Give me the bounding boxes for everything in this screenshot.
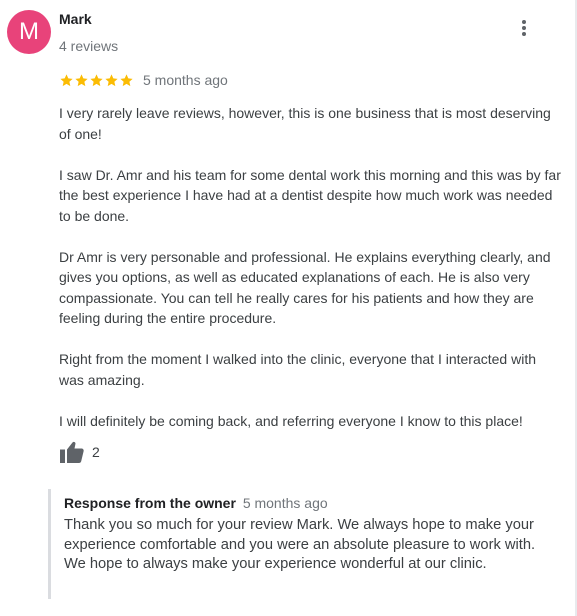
review-paragraph: I saw Dr. Amr and his team for some dent… xyxy=(59,166,561,224)
review-paragraph: I will definitely be coming back, and re… xyxy=(59,412,523,429)
thumbs-up-icon xyxy=(60,441,84,463)
more-vert-icon xyxy=(522,32,526,36)
owner-response-text: Thank you so much for your review Mark. … xyxy=(64,517,536,572)
star-rating xyxy=(59,73,134,88)
more-options-button[interactable] xyxy=(512,16,536,40)
star-icon xyxy=(105,73,118,86)
reviewer-name[interactable]: Mark xyxy=(59,11,92,27)
owner-response-header: Response from the owner 5 months ago xyxy=(64,495,328,511)
like-button[interactable] xyxy=(59,439,87,465)
star-icon xyxy=(120,73,133,86)
owner-response: Response from the owner 5 months ago Tha… xyxy=(48,489,557,599)
rating-row: 5 months ago xyxy=(59,71,228,89)
like-row: 2 xyxy=(59,439,100,465)
owner-response-title: Response from the owner xyxy=(64,495,236,511)
more-vert-icon xyxy=(522,20,526,24)
owner-response-date: 5 months ago xyxy=(242,495,328,511)
like-count: 2 xyxy=(92,444,100,460)
review-date: 5 months ago xyxy=(143,72,228,88)
review-card: M Mark 4 reviews 5 months ago I very rar… xyxy=(0,0,577,616)
more-vert-icon xyxy=(522,26,526,30)
review-paragraph: Right from the moment I walked into the … xyxy=(59,351,537,388)
star-icon xyxy=(60,73,73,86)
review-text: I very rarely leave reviews, however, th… xyxy=(59,103,564,452)
star-icon xyxy=(90,73,103,86)
review-count[interactable]: 4 reviews xyxy=(59,38,118,54)
review-paragraph: I very rarely leave reviews, however, th… xyxy=(59,105,551,142)
star-icon xyxy=(75,73,88,86)
avatar[interactable]: M xyxy=(7,10,51,54)
review-paragraph: Dr Amr is very personable and profession… xyxy=(59,248,551,327)
